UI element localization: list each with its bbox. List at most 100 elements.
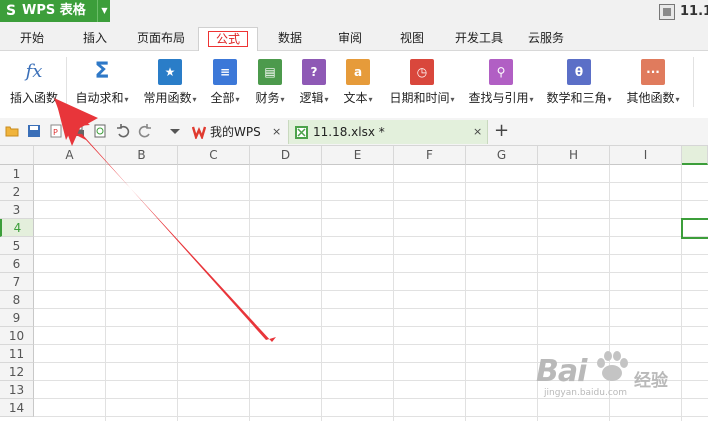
row-header[interactable]: 2 — [0, 183, 34, 201]
column-header[interactable]: F — [394, 146, 466, 165]
chevron-down-icon: ▾ — [192, 95, 197, 104]
tab-page-layout[interactable]: 页面布局 — [130, 27, 192, 49]
column-header[interactable]: C — [178, 146, 250, 165]
row-gridline — [34, 218, 708, 219]
column-header[interactable]: H — [538, 146, 610, 165]
row-gridline — [34, 254, 708, 255]
common-functions-button[interactable]: ★ 常用函数▾ — [138, 55, 202, 111]
logic-functions-button[interactable]: ? 逻辑▾ — [294, 55, 334, 111]
text-functions-button[interactable]: a 文本▾ — [338, 55, 378, 111]
tab-11-18-xlsx[interactable]: 11.18.xlsx * × — [288, 120, 488, 144]
row-header[interactable]: 5 — [0, 237, 34, 255]
date-time-label: 日期和时间 — [389, 91, 450, 105]
column-gridline — [177, 165, 178, 421]
tab-insert[interactable]: 插入 — [70, 27, 120, 49]
row-gridline — [34, 182, 708, 183]
close-icon[interactable]: × — [272, 120, 281, 144]
save-icon[interactable] — [27, 124, 41, 138]
chevron-down-icon: ▾ — [675, 95, 680, 104]
tab-home[interactable]: 开始 — [8, 27, 56, 49]
column-header[interactable]: A — [34, 146, 106, 165]
autosum-label: 自动求和 — [75, 91, 124, 105]
column-header[interactable]: E — [322, 146, 394, 165]
tab-data[interactable]: 数据 — [268, 27, 312, 49]
autosum-button[interactable]: Σ 自动求和▾ — [70, 55, 134, 111]
column-header-selected[interactable] — [682, 146, 708, 165]
app-menu-dropdown-icon[interactable]: ▼ — [97, 0, 111, 22]
column-header[interactable]: D — [250, 146, 322, 165]
list-book-icon: ≡ — [213, 59, 237, 85]
other-functions-button[interactable]: ··· 其他函数▾ — [622, 55, 684, 111]
row-gridline — [34, 398, 708, 399]
watermark-brand: Bai — [536, 354, 587, 389]
tab-cloud[interactable]: 云服务 — [520, 27, 572, 49]
insert-function-button[interactable]: fx 插入函数 — [4, 55, 64, 111]
tab-11-18-label: 11.18.xlsx * — [313, 125, 385, 139]
finance-functions-button[interactable]: ▤ 财务▾ — [250, 55, 290, 111]
watermark-cn: 经验 — [634, 371, 668, 391]
tab-formulas[interactable]: 公式 — [198, 27, 258, 51]
chevron-down-icon: ▾ — [450, 95, 455, 104]
wps-logo-icon: S — [6, 3, 17, 19]
row-gridline — [34, 344, 708, 345]
search-book-icon: ⚲ — [489, 59, 513, 85]
row-header[interactable]: 7 — [0, 273, 34, 291]
more-book-icon: ··· — [641, 59, 665, 85]
chevron-down-icon: ▾ — [368, 95, 373, 104]
open-folder-icon[interactable] — [5, 124, 19, 138]
baidu-jingyan-watermark: Bai 经验 jingyan.baidu.com — [536, 348, 708, 398]
ribbon-divider — [693, 57, 694, 107]
column-header[interactable]: G — [466, 146, 538, 165]
row-gridline — [34, 416, 708, 417]
text-label: 文本 — [343, 91, 368, 105]
row-header[interactable]: 13 — [0, 381, 34, 399]
tab-review[interactable]: 审阅 — [328, 27, 372, 49]
print-icon[interactable] — [71, 124, 85, 138]
customize-toolbar-icon[interactable] — [168, 124, 182, 138]
tab-my-wps[interactable]: 我的WPS × — [188, 120, 286, 144]
export-pdf-icon[interactable]: P — [49, 124, 63, 138]
lookup-reference-button[interactable]: ⚲ 查找与引用▾ — [463, 55, 539, 111]
undo-icon[interactable] — [116, 124, 130, 138]
close-icon[interactable]: × — [473, 120, 482, 144]
text-book-icon: a — [346, 59, 370, 85]
column-header[interactable]: I — [610, 146, 682, 165]
row-header[interactable]: 3 — [0, 201, 34, 219]
math-trig-button[interactable]: θ 数学和三角▾ — [541, 55, 617, 111]
row-header[interactable]: 14 — [0, 399, 34, 417]
row-header[interactable]: 11 — [0, 345, 34, 363]
row-header[interactable]: 1 — [0, 165, 34, 183]
tab-developer[interactable]: 开发工具 — [448, 27, 510, 49]
redo-icon[interactable] — [138, 124, 152, 138]
select-all-corner[interactable] — [0, 146, 34, 165]
tab-view[interactable]: 视图 — [390, 27, 434, 49]
chevron-down-icon: ▾ — [607, 95, 612, 104]
chevron-down-icon: ▾ — [235, 95, 240, 104]
row-header[interactable]: 10 — [0, 327, 34, 345]
window-title: 11.18 — [680, 4, 708, 19]
column-gridline — [393, 165, 394, 421]
common-functions-label: 常用函数 — [143, 91, 192, 105]
row-header[interactable]: 6 — [0, 255, 34, 273]
row-header-selected[interactable]: 4 — [0, 219, 34, 237]
star-book-icon: ★ — [158, 59, 182, 85]
ribbon-divider — [66, 57, 67, 107]
print-preview-icon[interactable] — [93, 124, 107, 138]
date-time-functions-button[interactable]: ◷ 日期和时间▾ — [384, 55, 460, 111]
column-header[interactable]: B — [106, 146, 178, 165]
row-header[interactable]: 9 — [0, 309, 34, 327]
column-gridline — [105, 165, 106, 421]
finance-book-icon: ▤ — [258, 59, 282, 85]
new-tab-plus-icon[interactable]: + — [494, 120, 509, 142]
row-header[interactable]: 12 — [0, 363, 34, 381]
all-functions-button[interactable]: ≡ 全部▾ — [205, 55, 245, 111]
active-cell[interactable] — [681, 218, 708, 239]
row-gridline — [34, 272, 708, 273]
svg-text:P: P — [53, 128, 58, 137]
quick-access-toolbar: P 我的WPS × 11.18.xlsx * × + — [0, 118, 708, 146]
row-header[interactable]: 8 — [0, 291, 34, 309]
theta-book-icon: θ — [567, 59, 591, 85]
wps-app-button[interactable]: S WPS 表格 ▼ — [0, 0, 110, 22]
row-gridline — [34, 290, 708, 291]
finance-label: 财务 — [255, 91, 280, 105]
